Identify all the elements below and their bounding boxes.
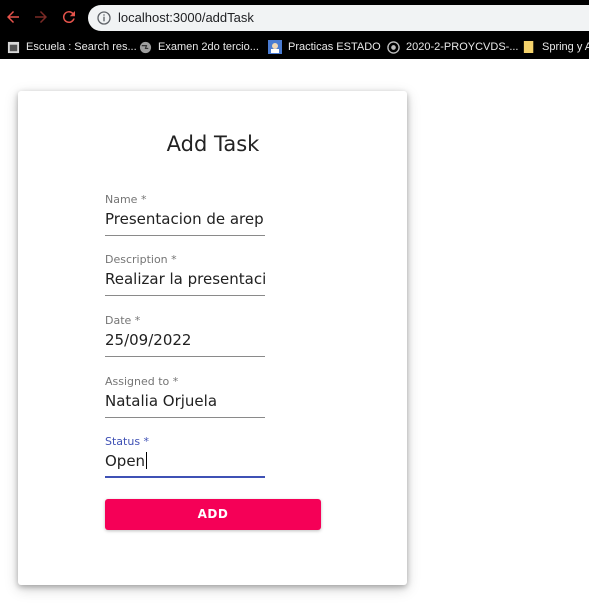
assigned-to-input[interactable]: Natalia Orjuela [105,392,265,410]
bookmark-item[interactable]: Examen 2do tercio... [138,38,259,56]
name-field[interactable]: Name * Presentacion de arep [105,193,265,243]
status-field[interactable]: Status * Open [105,435,265,485]
github-icon [386,40,400,54]
assigned-to-underline [105,417,265,418]
name-label: Name * [105,193,147,206]
arrow-right-icon [35,11,47,23]
globe-icon [138,40,152,54]
bookmark-label: Escuela : Search res... [26,41,137,53]
status-input[interactable]: Open [105,452,265,470]
add-task-card: Add Task Name * Presentacion de arep Des… [18,91,407,585]
text-caret [146,452,148,469]
bookmarks-bar: Escuela : Search res... Examen 2do terci… [0,35,589,59]
bookmark-label: Practicas ESTADO [288,41,381,53]
assigned-to-field[interactable]: Assigned to * Natalia Orjuela [105,375,265,425]
url-text: localhost:3000/addTask [118,10,254,25]
description-label: Description * [105,253,177,266]
status-label: Status * [105,435,150,448]
date-input[interactable]: 25/09/2022 [105,331,265,349]
date-label: Date * [105,314,141,327]
name-input[interactable]: Presentacion de arep [105,210,265,228]
bookmark-item[interactable]: 2020-2-PROYCVDS-... [386,38,518,56]
bookmark-label: Examen 2do tercio... [158,41,259,53]
image-icon [268,40,282,54]
reload-icon [62,11,75,24]
name-underline [105,235,265,236]
bookmark-item[interactable]: Spring y A [522,38,589,56]
bookmark-label: 2020-2-PROYCVDS-... [406,41,519,53]
status-underline [105,476,265,478]
back-button[interactable] [3,7,23,27]
reload-button[interactable] [59,7,79,27]
date-field[interactable]: Date * 25/09/2022 [105,314,265,364]
bookmark-label: Spring y A [542,41,589,53]
date-underline [105,356,265,357]
description-field[interactable]: Description * Realizar la presentación c [105,253,265,303]
forward-button[interactable] [31,7,51,27]
bookmark-item[interactable]: Practicas ESTADO [268,38,381,56]
bookmark-page-icon [6,40,20,54]
arrow-left-icon [7,11,19,23]
folder-icon [522,40,536,54]
bookmark-item[interactable]: Escuela : Search res... [6,38,137,56]
status-value: Open [105,452,146,470]
browser-toolbar: localhost:3000/addTask [0,0,589,35]
form-title: Add Task [166,132,260,156]
description-input[interactable]: Realizar la presentación c [105,270,265,288]
description-underline [105,295,265,296]
info-icon[interactable] [96,10,112,26]
add-button[interactable]: ADD [105,499,321,530]
assigned-to-label: Assigned to * [105,375,179,388]
address-bar[interactable]: localhost:3000/addTask [88,5,589,31]
